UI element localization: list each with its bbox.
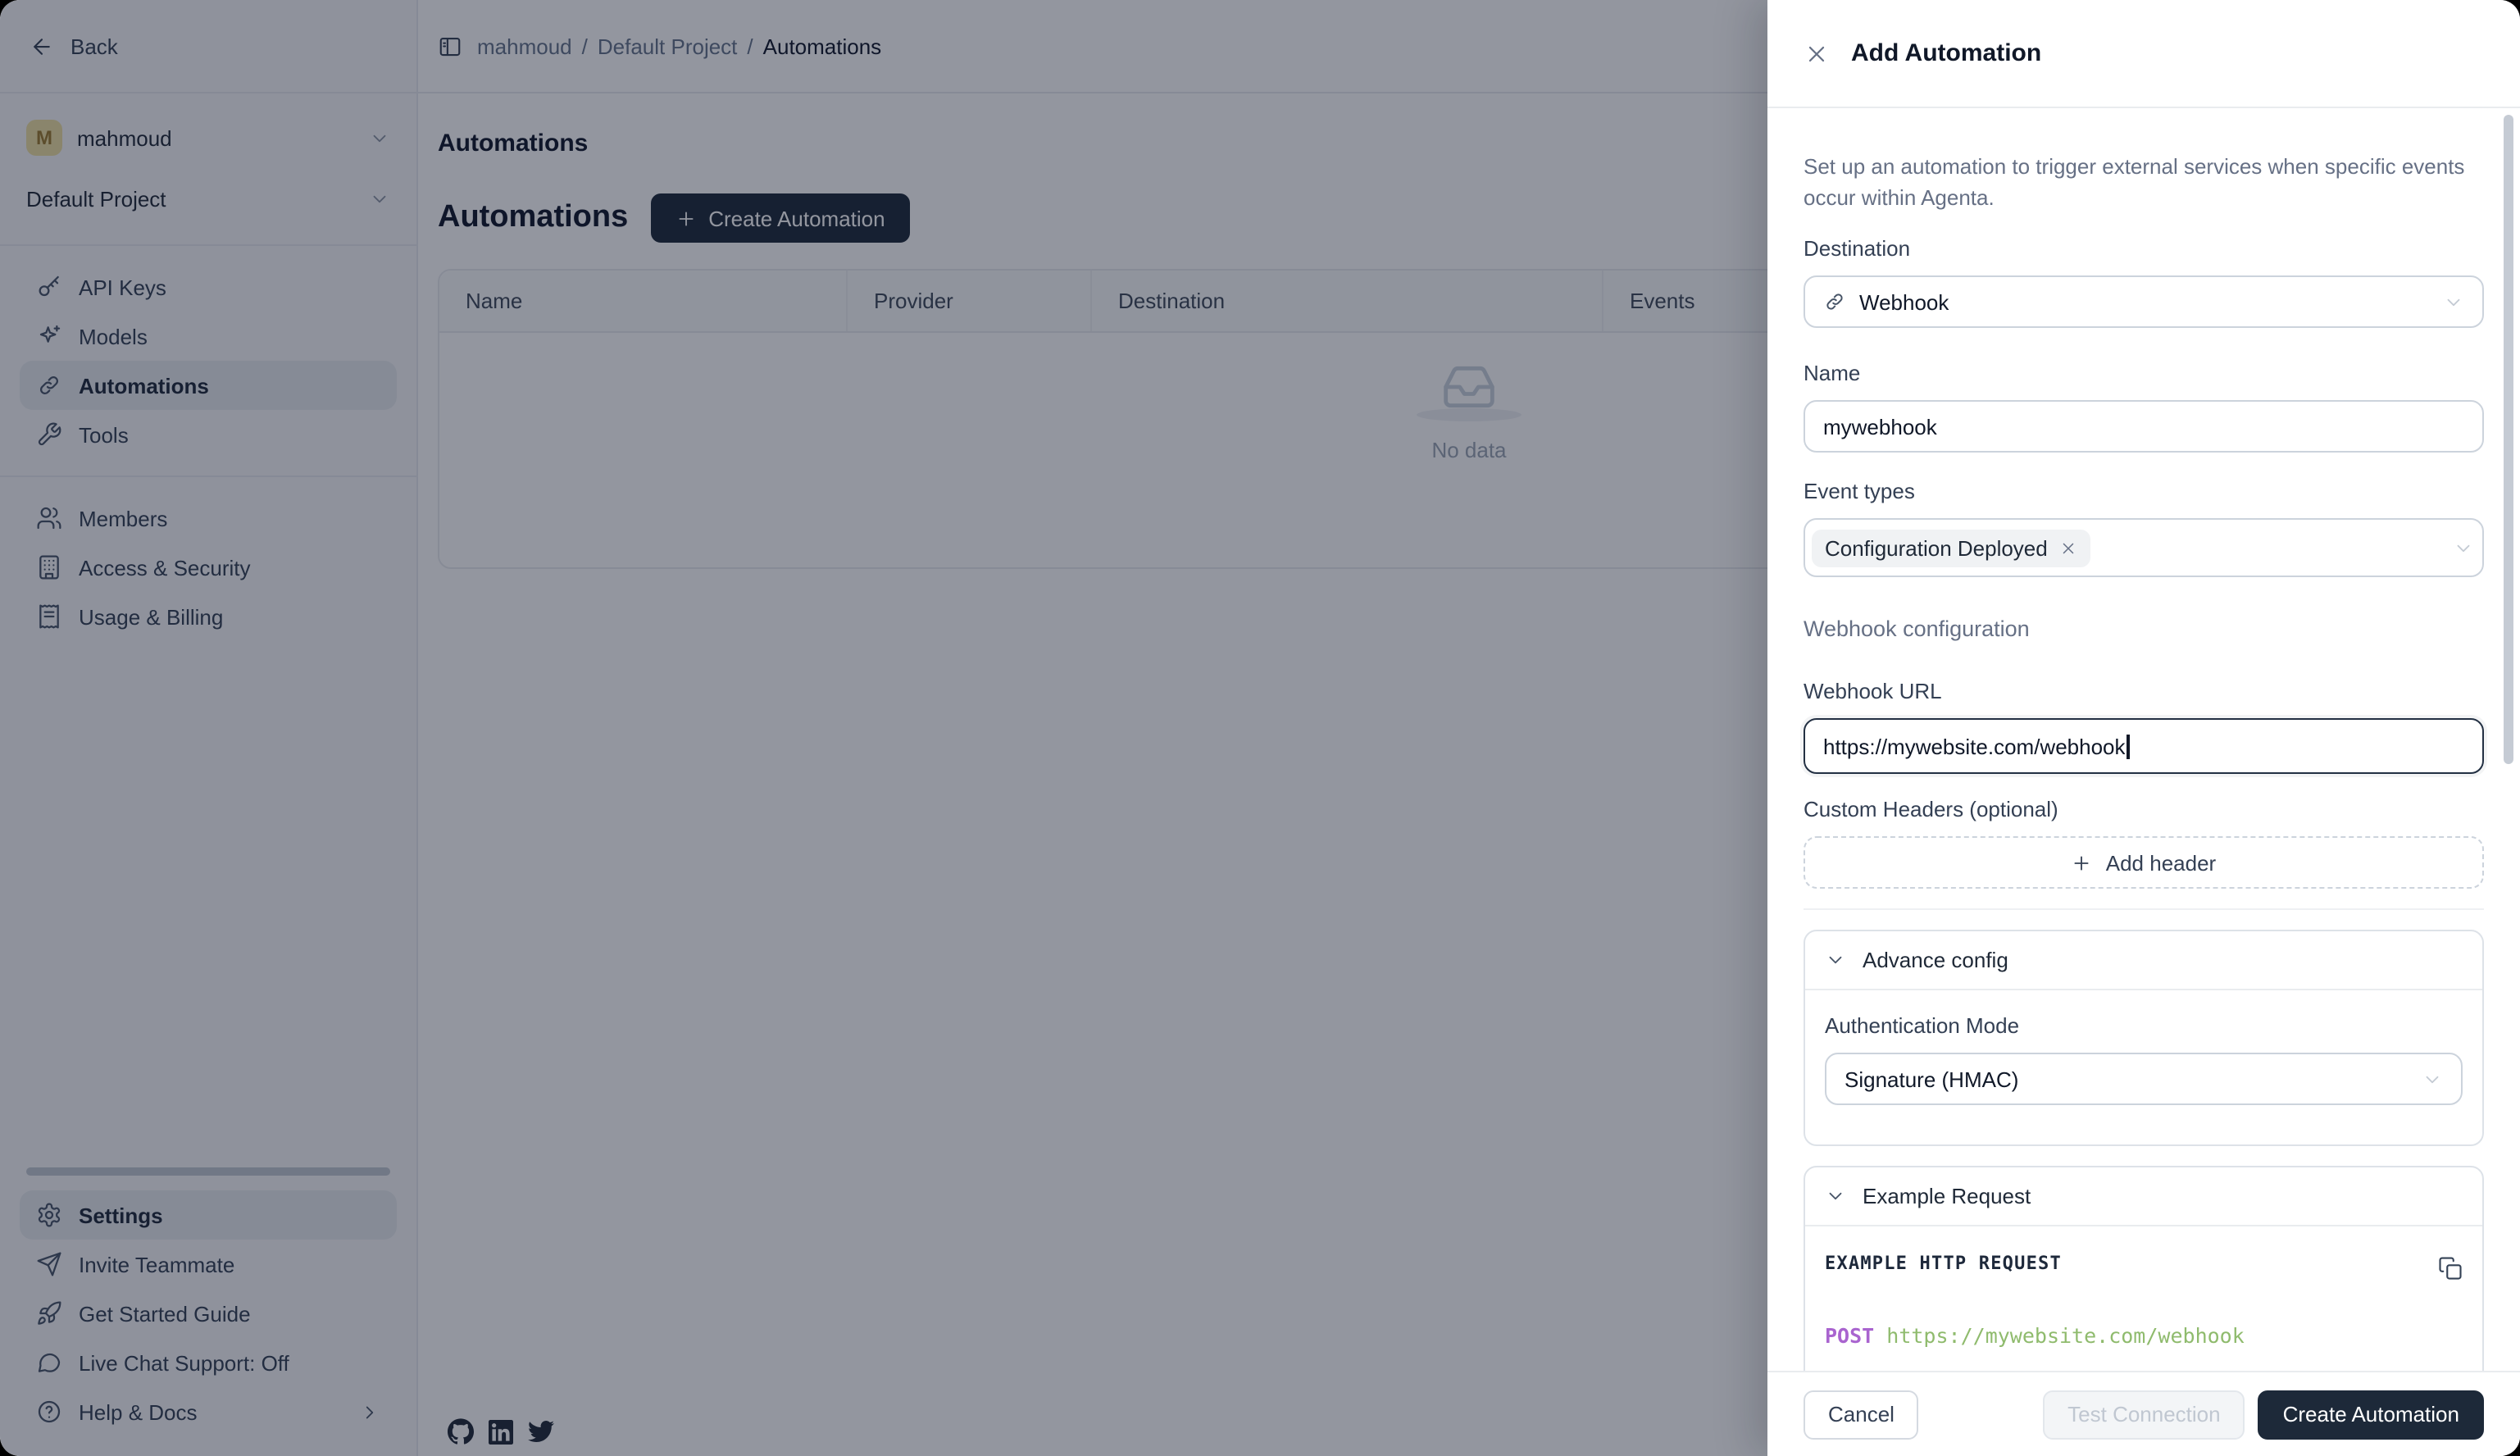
drawer-header: Add Automation: [1767, 0, 2520, 108]
event-types-label: Event types: [1804, 479, 2484, 508]
text-caret: [2127, 734, 2130, 758]
chevron-down-icon: [2453, 537, 2474, 558]
drawer-body: Set up an automation to trigger external…: [1767, 108, 2520, 1371]
code-title: EXAMPLE HTTP REQUEST: [1825, 1253, 2062, 1274]
example-request-panel: Example Request EXAMPLE HTTP REQUEST POS…: [1804, 1166, 2484, 1371]
chevron-down-icon: [2443, 291, 2464, 312]
example-request-body: EXAMPLE HTTP REQUEST POST https://mywebs…: [1805, 1226, 2482, 1371]
advance-config-title: Advance config: [1863, 948, 2008, 972]
event-type-tag: Configuration Deployed: [1812, 529, 2090, 566]
add-header-label: Add header: [2106, 850, 2216, 875]
auth-mode-label: Authentication Mode: [1825, 1013, 2463, 1043]
destination-label: Destination: [1804, 236, 2484, 266]
app-window: Back M mahmoud Default Project API Keys: [0, 0, 2520, 1456]
add-automation-drawer: Add Automation Set up an automation to t…: [1767, 0, 2520, 1456]
advance-config-body: Authentication Mode Signature (HMAC): [1805, 1013, 2482, 1144]
http-method: POST: [1825, 1323, 1874, 1348]
destination-value: Webhook: [1859, 289, 1949, 314]
code-request-line: POST https://mywebsite.com/webhook: [1825, 1323, 2463, 1348]
drawer-footer: Cancel Test Connection Create Automation: [1767, 1371, 2520, 1456]
webhook-url-input[interactable]: https://mywebsite.com/webhook: [1804, 718, 2484, 774]
drawer-description: Set up an automation to trigger external…: [1804, 151, 2484, 213]
webhook-url-label: Webhook URL: [1804, 679, 2484, 708]
drawer-scrollbar[interactable]: [2504, 115, 2513, 764]
chevron-down-icon: [1825, 949, 1846, 971]
event-types-select[interactable]: Configuration Deployed: [1804, 518, 2484, 577]
plus-icon: [2072, 852, 2093, 873]
test-connection-button[interactable]: Test Connection: [2043, 1390, 2245, 1439]
example-request-header[interactable]: Example Request: [1805, 1167, 2482, 1226]
name-value: mywebhook: [1823, 414, 1937, 439]
chevron-down-icon: [1825, 1185, 1846, 1207]
auth-mode-select[interactable]: Signature (HMAC): [1825, 1053, 2463, 1105]
destination-select[interactable]: Webhook: [1804, 275, 2484, 328]
event-type-tag-label: Configuration Deployed: [1825, 535, 2048, 560]
custom-headers-label: Custom Headers (optional): [1804, 797, 2484, 826]
section-divider: [1804, 908, 2484, 910]
link-icon: [1823, 290, 1846, 313]
cancel-button[interactable]: Cancel: [1804, 1390, 1919, 1439]
add-header-button[interactable]: Add header: [1804, 836, 2484, 889]
example-request-title: Example Request: [1863, 1184, 2031, 1208]
app-root: Back M mahmoud Default Project API Keys: [0, 0, 2520, 1456]
request-url: https://mywebsite.com/webhook: [1886, 1323, 2245, 1348]
remove-tag-icon[interactable]: [2059, 539, 2077, 557]
webhook-configuration-heading: Webhook configuration: [1804, 617, 2484, 649]
name-input[interactable]: mywebhook: [1804, 400, 2484, 453]
drawer-title: Add Automation: [1851, 39, 2041, 67]
chevron-down-icon: [2422, 1068, 2443, 1090]
advance-config-panel: Advance config Authentication Mode Signa…: [1804, 930, 2484, 1146]
copy-icon[interactable]: [2438, 1256, 2463, 1281]
create-automation-submit-button[interactable]: Create Automation: [2258, 1390, 2484, 1439]
name-label: Name: [1804, 361, 2484, 390]
advance-config-header[interactable]: Advance config: [1805, 931, 2482, 990]
auth-mode-value: Signature (HMAC): [1845, 1067, 2018, 1091]
webhook-url-value: https://mywebsite.com/webhook: [1823, 734, 2126, 758]
close-icon[interactable]: [1804, 40, 1830, 66]
